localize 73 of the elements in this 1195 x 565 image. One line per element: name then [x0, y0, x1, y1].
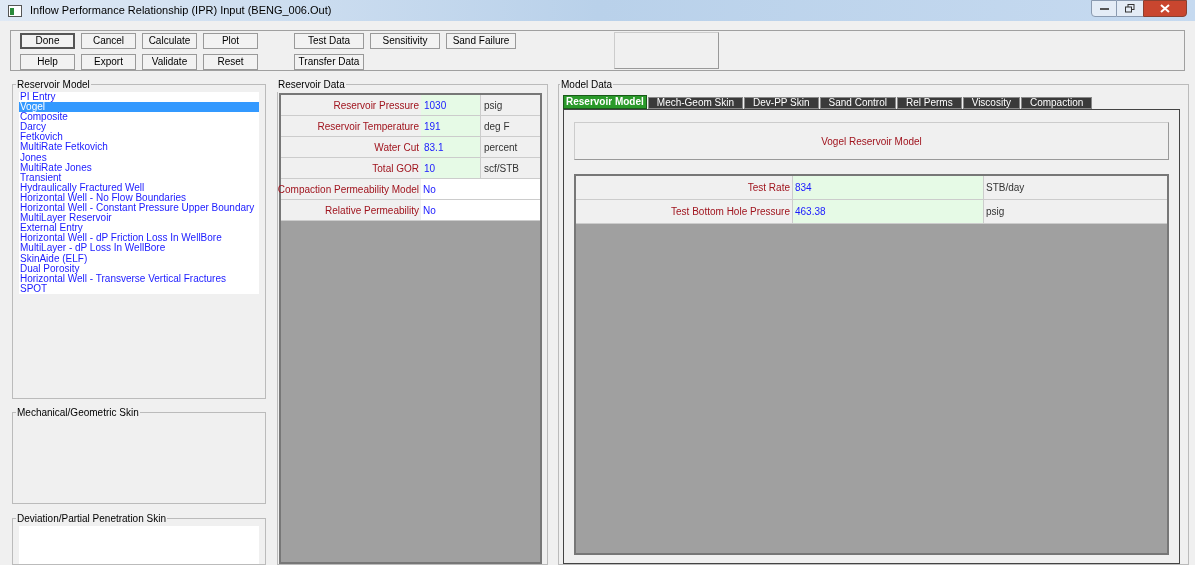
list-item[interactable]: Fetkovich — [19, 132, 259, 143]
toolbar-button[interactable]: Transfer Data — [294, 54, 364, 70]
list-item[interactable]: Horizontal Well - Constant Pressure Upper Boundary — [19, 203, 259, 214]
group-title: Reservoir Data — [277, 78, 346, 92]
group-title: Reservoir Model — [16, 78, 91, 92]
group-title: Model Data — [560, 78, 614, 92]
list-item[interactable]: Horizontal Well - Transverse Vertical Fractures — [19, 273, 259, 284]
list-item[interactable]: Horizontal Well - dP Friction Loss In WellBore — [19, 233, 259, 244]
unit-label: scf/STB — [481, 158, 540, 178]
value-field[interactable]: 10 — [421, 158, 481, 178]
group-title: Mechanical/Geometric Skin — [16, 406, 140, 420]
list-item[interactable]: Darcy — [19, 122, 259, 133]
unit-label: STB/day — [984, 176, 1167, 199]
unit-label: deg F — [481, 116, 540, 136]
list-item[interactable]: Composite — [19, 112, 259, 123]
list-item[interactable]: MultiRate Jones — [19, 162, 259, 173]
list-item[interactable]: Hydraulically Fractured Well — [19, 182, 259, 193]
toolbar-button[interactable]: Plot — [203, 33, 258, 49]
toolbar-button[interactable]: Reset — [203, 54, 258, 70]
tab[interactable]: Rel Perms — [896, 97, 962, 109]
tab[interactable]: Reservoir Model — [563, 95, 647, 109]
tab[interactable]: Viscosity — [962, 97, 1020, 109]
field-label: Test Bottom Hole Pressure — [576, 200, 792, 223]
minimize-button[interactable] — [1091, 0, 1117, 17]
model-heading: Vogel Reservoir Model — [574, 122, 1169, 160]
toolbar-button[interactable]: Validate — [142, 54, 197, 70]
toolbar-button[interactable]: Calculate — [142, 33, 197, 49]
value-field[interactable]: 1030 — [421, 95, 481, 115]
group-title: Deviation/Partial Penetration Skin — [16, 512, 167, 526]
field-label: Test Rate — [576, 176, 792, 199]
value-field[interactable]: 463.38 — [792, 200, 984, 223]
minimize-icon — [1099, 7, 1109, 10]
list-item[interactable]: MultiRate Fetkovich — [19, 142, 259, 153]
toolbar-button[interactable]: Export — [81, 54, 136, 70]
field-label: Total GOR — [281, 158, 421, 178]
unit-label: psig — [984, 200, 1167, 223]
field-label: Water Cut — [281, 137, 421, 157]
toolbar-button[interactable]: Cancel — [81, 33, 136, 49]
list-item[interactable]: Jones — [19, 152, 259, 163]
unit-label: percent — [481, 137, 540, 157]
toolbar-button[interactable]: Sensitivity — [370, 33, 440, 49]
option-field[interactable]: No — [421, 179, 540, 199]
list-item[interactable]: Horizontal Well - No Flow Boundaries — [19, 192, 259, 204]
app-icon — [8, 4, 22, 17]
list-item[interactable]: MultiLayer - dP Loss In WellBore — [19, 243, 259, 254]
field-label: Reservoir Pressure — [281, 95, 421, 115]
restore-icon — [1125, 4, 1135, 13]
toolbar-button[interactable]: Done — [20, 33, 75, 49]
value-field[interactable]: 83.1 — [421, 137, 481, 157]
tab[interactable]: Dev-PP Skin — [744, 97, 819, 109]
toolbar-button[interactable]: Sand Failure — [446, 33, 516, 49]
close-button[interactable] — [1143, 0, 1187, 17]
field-label: Relative Permeability — [281, 200, 421, 220]
list-item[interactable]: MultiLayer Reservoir — [19, 213, 259, 224]
tab[interactable]: Sand Control — [819, 97, 896, 109]
close-icon — [1160, 4, 1170, 13]
restore-button[interactable] — [1117, 0, 1143, 17]
unit-label: psig — [481, 95, 540, 115]
list-item[interactable]: Dual Porosity — [19, 263, 259, 274]
window-title: Inflow Performance Relationship (IPR) Input (BENG_006.Out) — [30, 3, 332, 19]
toolbar-button[interactable]: Help — [20, 54, 75, 70]
list-item[interactable]: Transient — [19, 172, 259, 183]
value-field[interactable]: 191 — [421, 116, 481, 136]
value-field[interactable]: 834 — [792, 176, 984, 199]
tab[interactable]: Mech-Geom Skin — [647, 97, 744, 109]
list-item[interactable]: SkinAide (ELF) — [19, 253, 259, 264]
list-item[interactable]: External Entry — [19, 223, 259, 234]
field-label: Reservoir Temperature — [281, 116, 421, 136]
toolbar-button[interactable]: Test Data — [294, 33, 364, 49]
list-item[interactable]: SPOT — [19, 283, 259, 294]
tab[interactable]: Compaction — [1020, 97, 1093, 109]
option-field[interactable]: No — [421, 200, 540, 220]
list-item[interactable]: PI Entry — [19, 92, 259, 103]
